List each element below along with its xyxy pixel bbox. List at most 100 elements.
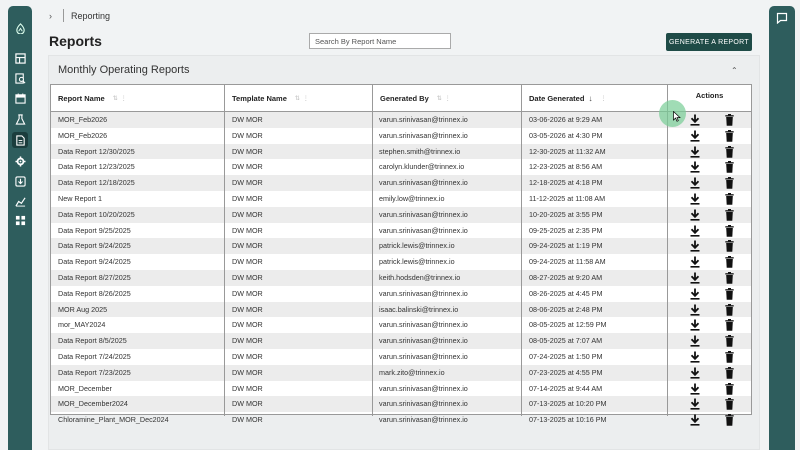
table-row[interactable]: New Report 1 DW MOR emily.low@trinnex.io… <box>51 191 751 207</box>
date-generated-cell: 09-25-2025 at 2:35 PM <box>529 225 603 235</box>
dashboard-icon[interactable] <box>12 50 28 66</box>
download-icon[interactable] <box>690 288 700 300</box>
collapse-chevron-icon[interactable]: ⌃ <box>731 66 738 75</box>
breadcrumb-chevron-icon[interactable]: › <box>49 11 52 21</box>
import-icon[interactable] <box>12 173 28 189</box>
date-generated-cell: 08-27-2025 at 9:20 AM <box>529 272 603 282</box>
table-row[interactable]: Data Report 12/23/2025 DW MOR carolyn.kl… <box>51 159 751 175</box>
generated-by-cell: patrick.lewis@trinnex.io <box>379 241 455 251</box>
analytics-icon[interactable] <box>12 193 28 209</box>
sort-icon[interactable]: ⇅⋮ <box>295 95 312 102</box>
table-row[interactable]: Data Report 9/24/2025 DW MOR patrick.lew… <box>51 238 751 255</box>
table-row[interactable]: Data Report 7/23/2025 DW MOR mark.zito@t… <box>51 364 751 381</box>
download-icon[interactable] <box>690 398 700 410</box>
table-row[interactable]: Data Report 8/26/2025 DW MOR varun.srini… <box>51 286 751 302</box>
column-header-actions: Actions <box>695 91 724 100</box>
search-input[interactable] <box>309 33 451 49</box>
download-icon[interactable] <box>690 114 700 126</box>
column-header-report-name[interactable]: Report Name ⇅⋮ <box>51 85 225 112</box>
download-icon[interactable] <box>690 209 700 221</box>
download-icon[interactable] <box>690 319 700 331</box>
lab-flask-icon[interactable] <box>12 111 28 127</box>
delete-trash-icon[interactable] <box>725 208 734 221</box>
column-header-template-name[interactable]: Template Name ⇅⋮ <box>225 85 373 112</box>
sort-icon[interactable]: ⇅⋮ <box>113 95 130 102</box>
delete-trash-icon[interactable] <box>725 240 734 253</box>
search-report-icon[interactable] <box>12 70 28 86</box>
delete-trash-icon[interactable] <box>725 271 734 284</box>
delete-trash-icon[interactable] <box>725 256 734 268</box>
table-row[interactable]: MOR_Feb2026 DW MOR varun.srinivasan@trin… <box>51 128 751 144</box>
settings-gear-icon[interactable] <box>12 153 28 169</box>
table-row[interactable]: Data Report 10/20/2025 DW MOR varun.srin… <box>51 206 751 223</box>
widgets-icon[interactable] <box>12 212 28 228</box>
table-row[interactable]: Data Report 9/24/2025 DW MOR patrick.lew… <box>51 254 751 270</box>
download-icon[interactable] <box>690 130 700 142</box>
report-name-cell: MOR_December <box>58 383 112 393</box>
download-icon[interactable] <box>690 351 700 363</box>
download-icon[interactable] <box>690 383 700 395</box>
download-icon[interactable] <box>690 177 700 189</box>
report-name-cell: Data Report 7/23/2025 <box>58 367 131 377</box>
delete-trash-icon[interactable] <box>725 398 734 411</box>
download-icon[interactable] <box>690 335 700 347</box>
generated-by-cell: varun.srinivasan@trinnex.io <box>379 383 468 393</box>
table-row[interactable]: MOR Aug 2025 DW MOR isaac.balinski@trinn… <box>51 301 751 318</box>
sort-descending-icon[interactable]: ↓ <box>588 94 592 103</box>
download-icon[interactable] <box>690 304 700 316</box>
reports-icon[interactable] <box>12 132 28 148</box>
template-name-cell: DW MOR <box>232 257 263 267</box>
delete-trash-icon[interactable] <box>725 114 734 126</box>
delete-trash-icon[interactable] <box>725 350 734 363</box>
delete-trash-icon[interactable] <box>725 145 734 158</box>
delete-trash-icon[interactable] <box>725 319 734 332</box>
delete-trash-icon[interactable] <box>725 335 734 347</box>
table-row[interactable]: Data Report 8/5/2025 DW MOR varun.sriniv… <box>51 333 751 349</box>
report-name-cell: MOR Aug 2025 <box>58 304 108 314</box>
column-menu-icon[interactable]: ⋮ <box>600 95 609 102</box>
delete-trash-icon[interactable] <box>725 129 734 142</box>
delete-trash-icon[interactable] <box>725 382 734 395</box>
download-icon[interactable] <box>690 414 700 426</box>
download-icon[interactable] <box>690 193 700 205</box>
table-row[interactable]: Chloramine_Plant_MOR_Dec2024 DW MOR varu… <box>51 412 751 428</box>
delete-trash-icon[interactable] <box>725 192 734 205</box>
download-icon[interactable] <box>690 272 700 284</box>
download-icon[interactable] <box>690 367 700 379</box>
delete-trash-icon[interactable] <box>725 161 734 174</box>
download-icon[interactable] <box>690 240 700 252</box>
download-icon[interactable] <box>690 256 700 268</box>
report-name-cell: Data Report 8/27/2025 <box>58 272 131 282</box>
table-row[interactable]: Data Report 7/24/2025 DW MOR varun.srini… <box>51 349 751 365</box>
calendar-icon[interactable] <box>12 90 28 106</box>
delete-trash-icon[interactable] <box>725 366 734 379</box>
delete-trash-icon[interactable] <box>725 177 734 189</box>
generated-by-cell: stephen.smith@trinnex.io <box>379 146 461 156</box>
table-row[interactable]: Data Report 8/27/2025 DW MOR keith.hodsd… <box>51 269 751 286</box>
table-row[interactable]: Data Report 9/25/2025 DW MOR varun.srini… <box>51 223 751 239</box>
table-row[interactable]: MOR_December2024 DW MOR varun.srinivasan… <box>51 396 751 413</box>
delete-trash-icon[interactable] <box>725 224 734 237</box>
table-row[interactable]: MOR_December DW MOR varun.srinivasan@tri… <box>51 381 751 397</box>
report-name-cell: Data Report 8/5/2025 <box>58 336 127 346</box>
delete-trash-icon[interactable] <box>725 287 734 300</box>
sort-icon[interactable]: ⇅⋮ <box>437 95 454 102</box>
generate-report-button[interactable]: GENERATE A REPORT <box>666 33 752 51</box>
date-generated-cell: 08-05-2025 at 12:59 PM <box>529 320 607 330</box>
download-icon[interactable] <box>690 161 700 173</box>
delete-trash-icon[interactable] <box>725 414 734 426</box>
table-row[interactable]: Data Report 12/30/2025 DW MOR stephen.sm… <box>51 143 751 160</box>
download-icon[interactable] <box>690 225 700 237</box>
table-row[interactable]: Data Report 12/18/2025 DW MOR varun.srin… <box>51 175 751 191</box>
chat-icon[interactable] <box>776 12 788 24</box>
logo-icon[interactable] <box>12 20 28 36</box>
column-header-date-generated[interactable]: Date Generated ↓ ⋮ <box>522 85 668 112</box>
breadcrumb[interactable]: Reporting <box>71 11 110 21</box>
date-generated-cell: 09-24-2025 at 11:58 AM <box>529 257 606 267</box>
column-divider <box>372 112 373 416</box>
table-row[interactable]: MOR_Feb2026 DW MOR varun.srinivasan@trin… <box>51 112 751 128</box>
table-row[interactable]: mor_MAY2024 DW MOR varun.srinivasan@trin… <box>51 317 751 333</box>
delete-trash-icon[interactable] <box>725 303 734 316</box>
column-header-generated-by[interactable]: Generated By ⇅⋮ <box>373 85 522 112</box>
download-icon[interactable] <box>690 146 700 158</box>
